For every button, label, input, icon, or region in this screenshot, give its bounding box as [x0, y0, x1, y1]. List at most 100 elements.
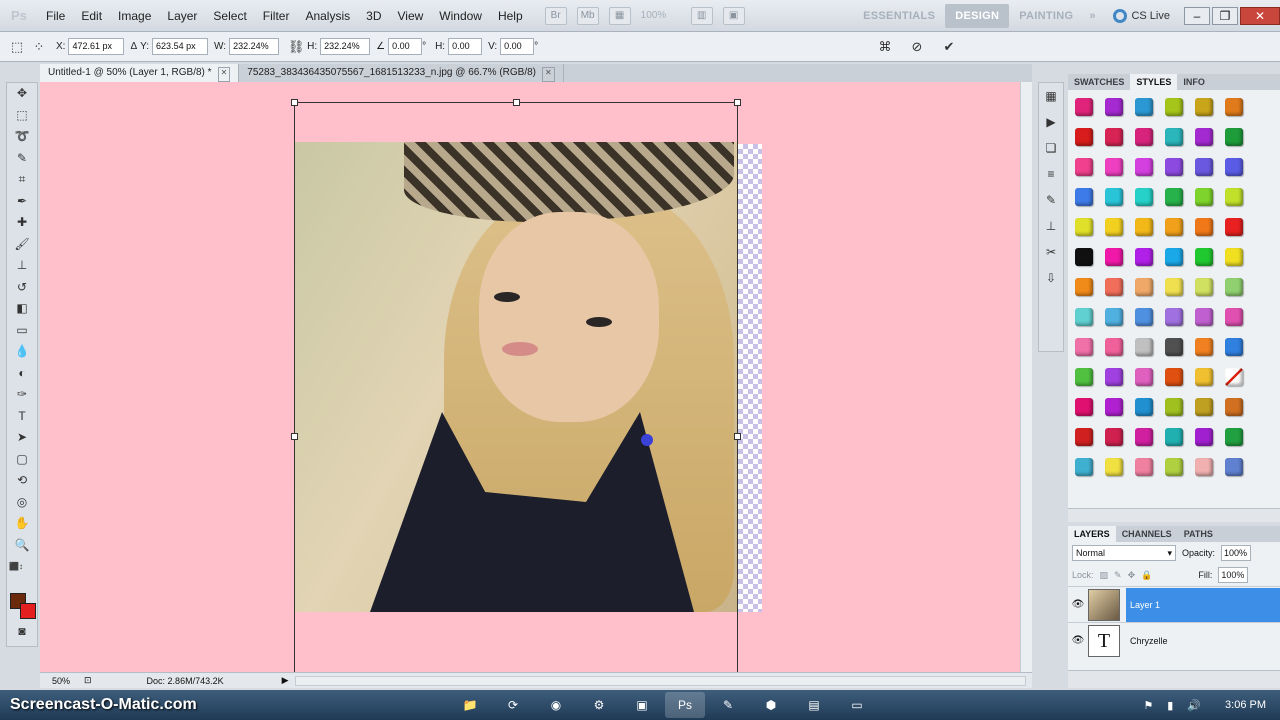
warp-icon[interactable]: ⌘ — [874, 37, 896, 57]
lock-all-icon[interactable]: 🔒 — [1141, 570, 1152, 581]
taskbar-editor-icon[interactable]: ✎ — [708, 692, 748, 718]
style-swatch[interactable] — [1195, 308, 1213, 326]
menu-image[interactable]: Image — [110, 0, 159, 32]
lock-position-icon[interactable]: ✥ — [1128, 570, 1136, 581]
w-input[interactable]: 232.24% — [229, 38, 280, 55]
style-swatch[interactable] — [1105, 158, 1123, 176]
dodge-tool-icon[interactable]: ◐ — [7, 363, 37, 385]
free-transform-box[interactable] — [291, 99, 741, 672]
visibility-eye-icon[interactable]: 👁 — [1068, 635, 1088, 646]
x-input[interactable]: 472.61 px — [68, 38, 125, 55]
style-swatch[interactable] — [1165, 458, 1183, 476]
taskbar-app-icon[interactable]: ▣ — [622, 692, 662, 718]
style-swatch[interactable] — [1075, 278, 1093, 296]
clone-stamp-icon[interactable]: ⊥ — [7, 255, 37, 277]
style-swatch[interactable] — [1195, 398, 1213, 416]
taskbar-settings-icon[interactable]: ⚙ — [579, 692, 619, 718]
transform-handle-tl[interactable] — [291, 99, 298, 106]
style-swatch[interactable] — [1135, 128, 1153, 146]
transform-handle-mr[interactable] — [734, 433, 741, 440]
opacity-input[interactable]: 100% — [1221, 545, 1252, 561]
style-swatch[interactable] — [1165, 98, 1183, 116]
workspace-essentials[interactable]: ESSENTIALS — [853, 0, 945, 32]
eyedropper-tool-icon[interactable]: ✒ — [7, 191, 37, 213]
tool-preset-icon[interactable]: ⬚ — [6, 37, 28, 57]
style-swatch[interactable] — [1135, 428, 1153, 446]
style-swatch[interactable] — [1105, 278, 1123, 296]
style-swatch[interactable] — [1165, 398, 1183, 416]
style-swatch[interactable] — [1165, 188, 1183, 206]
eraser-tool-icon[interactable]: ◧ — [7, 298, 37, 320]
style-swatch[interactable] — [1165, 218, 1183, 236]
close-window-button[interactable]: ✕ — [1240, 7, 1280, 25]
animation-panel-icon[interactable]: ▶ — [1039, 109, 1063, 135]
doc-tab-jpg[interactable]: 75283_383436435075567_1681513233_n.jpg @… — [239, 64, 564, 82]
style-swatch[interactable] — [1135, 308, 1153, 326]
mini-bridge-icon[interactable]: Mb — [576, 6, 599, 25]
reference-point-icon[interactable]: ⁘ — [28, 37, 50, 57]
style-swatch[interactable] — [1225, 98, 1243, 116]
style-swatch[interactable] — [1165, 248, 1183, 266]
document-canvas[interactable] — [40, 82, 1020, 672]
menu-analysis[interactable]: Analysis — [297, 0, 358, 32]
quick-mask-icon[interactable]: ◙ — [7, 621, 37, 643]
taskbar-app-icon[interactable]: ▭ — [837, 692, 877, 718]
transform-handle-tr[interactable] — [734, 99, 741, 106]
taskbar-clock[interactable]: 3:06 PM — [1225, 699, 1266, 711]
style-swatch[interactable] — [1165, 128, 1183, 146]
style-swatch[interactable] — [1075, 458, 1093, 476]
history-panel-icon[interactable]: ❏ — [1039, 135, 1063, 161]
tray-volume-icon[interactable]: 🔊 — [1187, 699, 1201, 712]
shape-tool-icon[interactable]: ▢ — [7, 449, 37, 471]
menu-layer[interactable]: Layer — [159, 0, 205, 32]
style-swatch[interactable] — [1165, 278, 1183, 296]
style-swatch[interactable] — [1135, 458, 1153, 476]
background-color-swatch[interactable] — [20, 603, 36, 619]
style-swatch[interactable] — [1105, 398, 1123, 416]
style-swatch[interactable] — [1105, 188, 1123, 206]
tab-swatches[interactable]: SWATCHES — [1068, 74, 1130, 90]
canvas-horizontal-scrollbar[interactable] — [294, 675, 1026, 686]
layer-row-layer-1[interactable]: 👁 Layer 1 — [1068, 586, 1280, 622]
doc-tab-untitled[interactable]: Untitled-1 @ 50% (Layer 1, RGB/8) * ✕ — [40, 64, 240, 82]
fill-input[interactable]: 100% — [1218, 567, 1249, 583]
bridge-icon[interactable]: Br — [544, 6, 567, 25]
marquee-tool-icon[interactable]: ⬚ — [7, 105, 37, 127]
lock-pixels-icon[interactable]: ✎ — [1114, 570, 1122, 581]
style-swatch[interactable] — [1135, 398, 1153, 416]
style-swatch[interactable] — [1075, 248, 1093, 266]
menu-file[interactable]: File — [38, 0, 73, 32]
transform-handle-ml[interactable] — [291, 433, 298, 440]
workspace-painting[interactable]: PAINTING — [1009, 0, 1083, 32]
menu-select[interactable]: Select — [205, 0, 254, 32]
style-swatch[interactable] — [1075, 98, 1093, 116]
style-swatch[interactable] — [1105, 458, 1123, 476]
quick-select-tool-icon[interactable]: ✎ — [7, 148, 37, 170]
zoom-tool-icon[interactable]: 🔍 — [7, 535, 37, 557]
style-swatch[interactable] — [1075, 338, 1093, 356]
style-swatch[interactable] — [1225, 248, 1243, 266]
tab-styles[interactable]: STYLES — [1130, 74, 1178, 90]
tab-layers[interactable]: LAYERS — [1068, 526, 1116, 542]
path-select-tool-icon[interactable]: ➤ — [7, 427, 37, 449]
tab-info[interactable]: INFO — [1177, 74, 1211, 90]
style-swatch[interactable] — [1225, 308, 1243, 326]
style-swatch[interactable] — [1225, 218, 1243, 236]
taskbar-explorer-icon[interactable]: 📁 — [450, 692, 490, 718]
style-swatch[interactable] — [1195, 158, 1213, 176]
style-swatch[interactable] — [1195, 248, 1213, 266]
style-swatch[interactable] — [1195, 458, 1213, 476]
style-swatch[interactable] — [1105, 368, 1123, 386]
menu-window[interactable]: Window — [431, 0, 490, 32]
arrange-documents-icon[interactable]: ▥ — [690, 6, 713, 25]
style-swatch[interactable] — [1165, 308, 1183, 326]
style-swatch[interactable] — [1195, 188, 1213, 206]
style-swatch[interactable] — [1075, 158, 1093, 176]
gradient-tool-icon[interactable]: ▭ — [7, 320, 37, 342]
style-swatch[interactable] — [1135, 368, 1153, 386]
more-workspaces-icon[interactable]: » — [1083, 10, 1101, 22]
move-tool-icon[interactable]: ✥ — [7, 83, 37, 105]
angle-input[interactable]: 0.00 — [388, 38, 423, 55]
style-swatch[interactable] — [1195, 428, 1213, 446]
style-swatch[interactable] — [1075, 428, 1093, 446]
